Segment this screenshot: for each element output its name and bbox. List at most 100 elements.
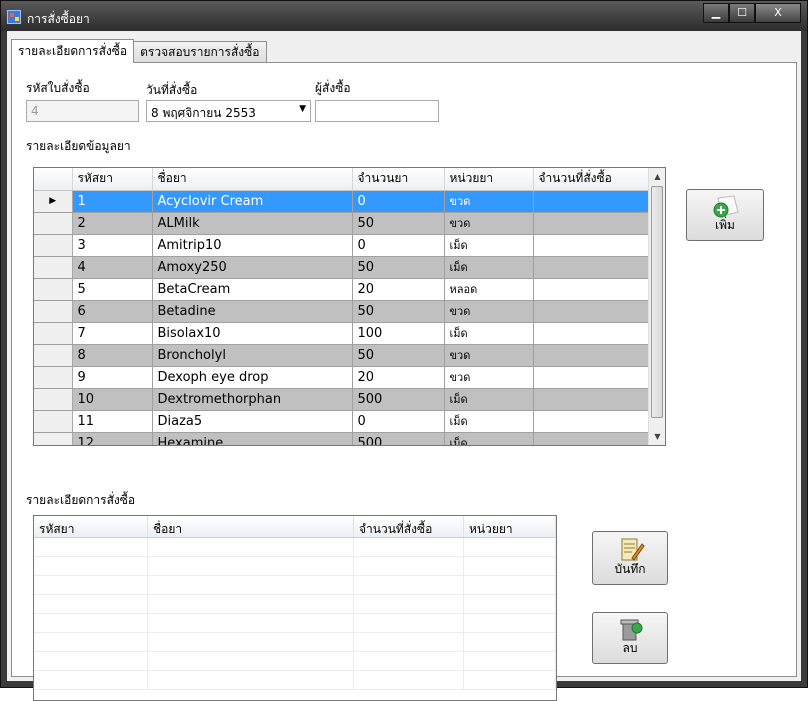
row-header[interactable]: ▶ xyxy=(34,190,73,213)
row-header[interactable] xyxy=(34,388,73,411)
table-cell[interactable]: 11 xyxy=(72,410,153,433)
table-cell[interactable]: 10 xyxy=(72,388,153,411)
table-cell[interactable]: เม็ด xyxy=(444,256,534,279)
table-cell[interactable] xyxy=(533,234,651,257)
row-header[interactable] xyxy=(34,432,73,445)
table-row[interactable]: 12 Hexamine 500 เม็ด xyxy=(34,432,651,445)
table-cell[interactable]: Dexoph eye drop xyxy=(152,366,353,389)
close-button[interactable]: X xyxy=(755,3,801,23)
drug-grid[interactable]: รหัสยา ชื่อยา จำนวนยา หน่วยยา จำนวนที่สั… xyxy=(33,167,666,446)
scroll-thumb[interactable] xyxy=(651,186,663,418)
table-cell[interactable] xyxy=(533,410,651,433)
table-cell[interactable]: 7 xyxy=(72,322,153,345)
minimize-button[interactable]: ▁ xyxy=(703,3,729,23)
table-cell[interactable]: Dextromethorphan xyxy=(152,388,353,411)
row-header[interactable] xyxy=(34,300,73,323)
table-cell[interactable]: 9 xyxy=(72,366,153,389)
chevron-down-icon[interactable]: ▼ xyxy=(299,104,306,114)
drug-grid-scrollbar[interactable]: ▲ ▼ xyxy=(648,168,665,445)
order-grid[interactable]: รหัสยา ชื่อยา จำนวนที่สั่งซื้อ หน่วยยา xyxy=(33,515,557,701)
table-cell[interactable]: 500 xyxy=(352,388,445,411)
column-header[interactable]: หน่วยยา xyxy=(444,168,534,191)
table-row[interactable]: 6 Betadine 50 ขวด xyxy=(34,300,651,323)
table-cell[interactable]: 50 xyxy=(352,344,445,367)
row-header[interactable] xyxy=(34,256,73,279)
column-header[interactable]: จำนวนยา xyxy=(352,168,445,191)
table-cell[interactable]: 2 xyxy=(72,212,153,235)
table-cell[interactable] xyxy=(533,388,651,411)
table-cell[interactable]: 50 xyxy=(352,256,445,279)
table-cell[interactable]: เม็ด xyxy=(444,234,534,257)
maximize-button[interactable]: ☐ xyxy=(729,3,755,23)
table-cell[interactable] xyxy=(533,366,651,389)
tab-order-details[interactable]: รายละเอียดการสั่งซื้อ xyxy=(11,39,135,63)
table-cell[interactable]: ขวด xyxy=(444,344,534,367)
table-cell[interactable]: 12 xyxy=(72,432,153,445)
table-cell[interactable]: 8 xyxy=(72,344,153,367)
table-cell[interactable]: ขวด xyxy=(444,366,534,389)
table-cell[interactable]: 50 xyxy=(352,300,445,323)
table-cell[interactable] xyxy=(533,190,651,213)
table-cell[interactable]: เม็ด xyxy=(444,432,534,445)
table-cell[interactable] xyxy=(533,432,651,445)
table-cell[interactable]: หลอด xyxy=(444,278,534,301)
save-button[interactable]: บันทึก xyxy=(592,531,668,585)
row-header[interactable] xyxy=(34,344,73,367)
row-header[interactable] xyxy=(34,410,73,433)
table-row[interactable]: ▶ 1 Acyclovir Cream 0 ขวด xyxy=(34,190,651,213)
table-cell[interactable]: 6 xyxy=(72,300,153,323)
column-header[interactable]: ชื่อยา xyxy=(152,168,353,191)
table-cell[interactable] xyxy=(533,256,651,279)
table-row[interactable]: 9 Dexoph eye drop 20 ขวด xyxy=(34,366,651,389)
table-cell[interactable]: ALMilk xyxy=(152,212,353,235)
column-header[interactable]: รหัสยา xyxy=(72,168,153,191)
table-row[interactable]: 11 Diaza5 0 เม็ด xyxy=(34,410,651,433)
table-cell[interactable]: 500 xyxy=(352,432,445,445)
table-row[interactable]: 8 Broncholyl 50 ขวด xyxy=(34,344,651,367)
column-header[interactable]: ชื่อยา xyxy=(148,516,354,537)
row-header[interactable] xyxy=(34,234,73,257)
table-cell[interactable]: เม็ด xyxy=(444,410,534,433)
table-cell[interactable]: 4 xyxy=(72,256,153,279)
table-cell[interactable]: 3 xyxy=(72,234,153,257)
table-row[interactable]: 5 BetaCream 20 หลอด xyxy=(34,278,651,301)
table-cell[interactable]: Broncholyl xyxy=(152,344,353,367)
tab-check-orders[interactable]: ตรวจสอบรายการสั่งซื้อ xyxy=(133,41,267,63)
table-row[interactable]: 3 Amitrip10 0 เม็ด xyxy=(34,234,651,257)
table-cell[interactable]: Diaza5 xyxy=(152,410,353,433)
table-cell[interactable]: 50 xyxy=(352,212,445,235)
table-cell[interactable]: ขวด xyxy=(444,212,534,235)
table-cell[interactable]: เม็ด xyxy=(444,388,534,411)
table-cell[interactable]: ขวด xyxy=(444,190,534,213)
table-row[interactable]: 7 Bisolax10 100 เม็ด xyxy=(34,322,651,345)
table-cell[interactable]: Bisolax10 xyxy=(152,322,353,345)
delete-button[interactable]: ลบ xyxy=(592,612,668,664)
table-cell[interactable]: 20 xyxy=(352,278,445,301)
order-date-picker[interactable]: 8 พฤศจิกายน 2553 ▼ xyxy=(146,100,311,122)
table-cell[interactable] xyxy=(533,300,651,323)
table-cell[interactable]: 5 xyxy=(72,278,153,301)
table-cell[interactable] xyxy=(533,212,651,235)
table-cell[interactable]: Hexamine xyxy=(152,432,353,445)
table-cell[interactable]: 100 xyxy=(352,322,445,345)
row-header[interactable] xyxy=(34,322,73,345)
row-header[interactable] xyxy=(34,366,73,389)
table-row[interactable]: 4 Amoxy250 50 เม็ด xyxy=(34,256,651,279)
column-header[interactable]: รหัสยา xyxy=(34,516,148,537)
column-header[interactable]: จำนวนที่สั่งซื้อ xyxy=(354,516,464,537)
scroll-up-icon[interactable]: ▲ xyxy=(649,168,665,185)
column-header[interactable]: จำนวนที่สั่งซื้อ xyxy=(533,168,651,191)
table-cell[interactable] xyxy=(533,344,651,367)
table-cell[interactable]: Acyclovir Cream xyxy=(152,190,353,213)
title-bar[interactable]: การสั่งซื้อยา ▁ ☐ X xyxy=(1,1,807,31)
table-cell[interactable]: ขวด xyxy=(444,300,534,323)
row-header[interactable] xyxy=(34,278,73,301)
table-cell[interactable]: 0 xyxy=(352,410,445,433)
table-cell[interactable]: Amitrip10 xyxy=(152,234,353,257)
table-cell[interactable] xyxy=(533,278,651,301)
table-cell[interactable]: BetaCream xyxy=(152,278,353,301)
table-cell[interactable]: Betadine xyxy=(152,300,353,323)
table-cell[interactable]: 0 xyxy=(352,234,445,257)
table-row[interactable]: 10 Dextromethorphan 500 เม็ด xyxy=(34,388,651,411)
row-header[interactable] xyxy=(34,212,73,235)
